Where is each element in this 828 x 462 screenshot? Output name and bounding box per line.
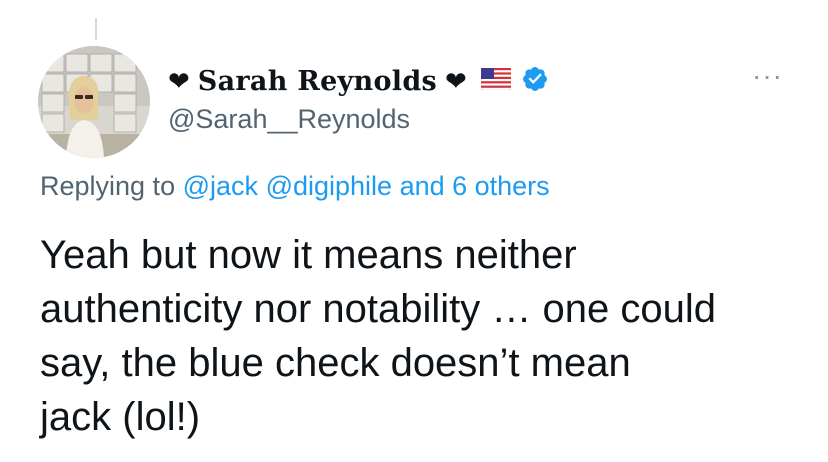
others-link[interactable]: and 6 others (400, 171, 550, 201)
replying-to-line: Replying to @jack @digiphile and 6 other… (40, 171, 550, 202)
heart-icon: ❤ (445, 66, 467, 96)
us-flag-icon (480, 67, 512, 95)
display-name-row[interactable]: ❤ Sarah Reynolds ❤ (168, 62, 549, 100)
tweet-header: ❤ Sarah Reynolds ❤ @Sarah__Reynolds (168, 62, 549, 135)
avatar[interactable] (38, 46, 150, 158)
tweet-text-line: say, the blue check doesn’t mean (40, 341, 631, 385)
verified-badge-icon[interactable] (521, 65, 549, 98)
display-name[interactable]: Sarah Reynolds (198, 66, 437, 97)
replying-to-label: Replying to (40, 171, 176, 201)
tweet-text-line: Yeah but now it means neither (40, 233, 577, 277)
thread-connector-line (95, 18, 97, 40)
mention-link-jack[interactable]: @jack (183, 171, 258, 201)
user-handle[interactable]: @Sarah__Reynolds (168, 104, 549, 135)
more-options-icon[interactable]: ··· (752, 60, 783, 92)
mention-link-digiphile[interactable]: @digiphile (266, 171, 392, 201)
heart-icon: ❤ (168, 66, 190, 96)
tweet-text-line: authenticity nor notability … one could (40, 287, 716, 331)
tweet-text-line: jack (lol!) (40, 395, 201, 439)
tweet-text: Yeah but now it means neither authentici… (40, 228, 810, 444)
